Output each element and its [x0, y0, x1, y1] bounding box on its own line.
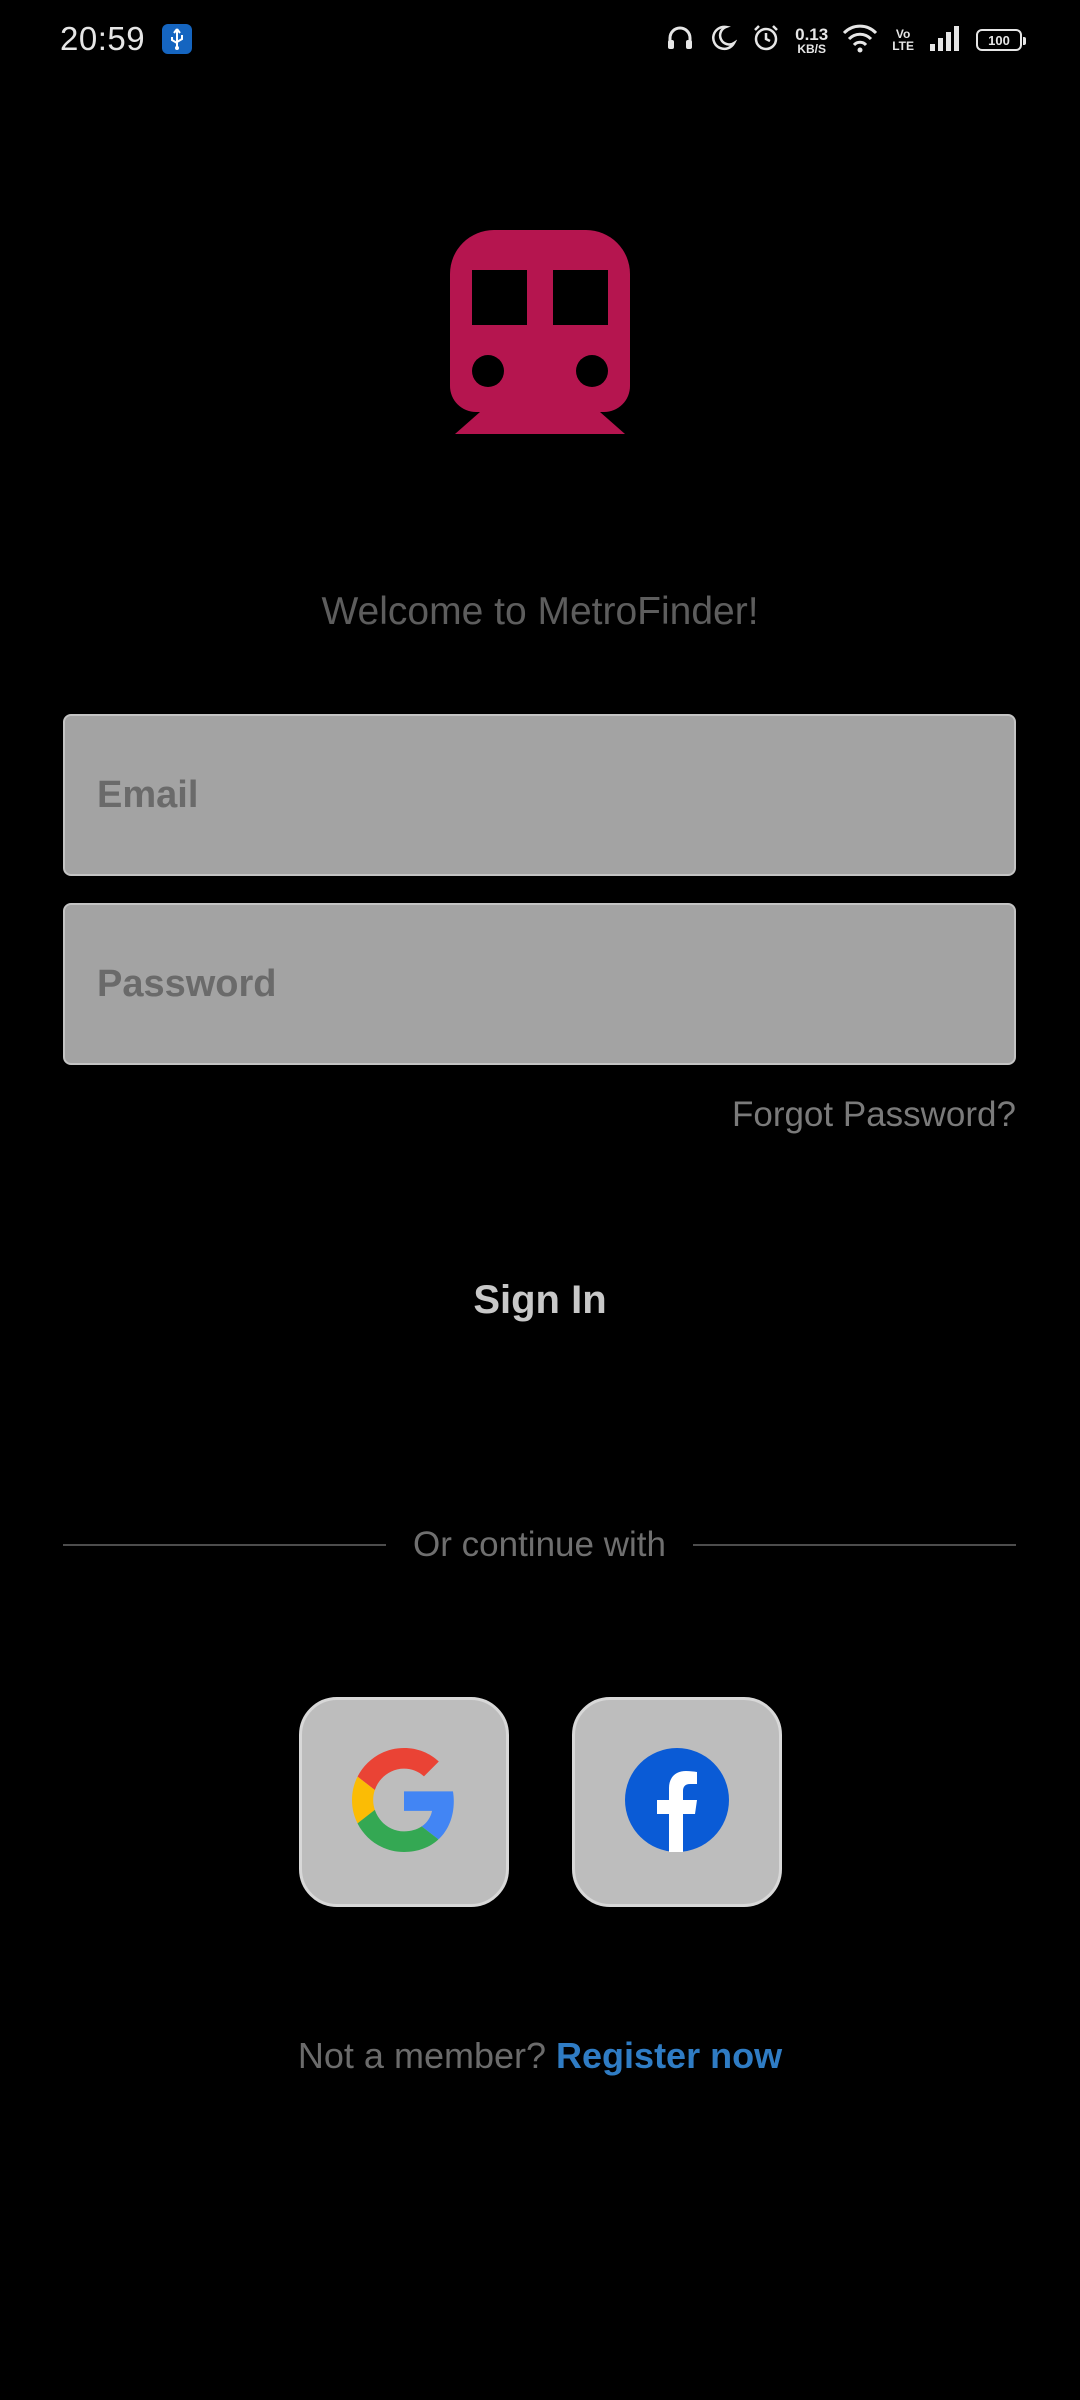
password-field[interactable] — [63, 903, 1016, 1065]
battery-level: 100 — [988, 32, 1010, 48]
divider-line-right — [692, 1544, 1016, 1546]
divider-text: Or continue with — [413, 1525, 666, 1564]
or-continue-divider: Or continue with — [63, 1520, 1016, 1570]
signal-icon — [928, 24, 962, 57]
register-now-link[interactable]: Register now — [556, 2035, 782, 2076]
network-speed-value: 0.13 — [795, 24, 829, 44]
sign-in-button[interactable]: Sign In — [390, 1260, 690, 1340]
password-input[interactable] — [95, 961, 1014, 1007]
volte-bottom: LTE — [892, 39, 914, 53]
email-input[interactable] — [95, 772, 1014, 818]
register-row: Not a member? Register now — [0, 2035, 1080, 2077]
moon-icon — [709, 24, 738, 57]
divider-line-left — [63, 1544, 387, 1546]
status-time: 20:59 — [60, 20, 146, 57]
metro-train-icon — [450, 228, 630, 438]
facebook-icon — [625, 1747, 729, 1857]
battery-icon: 100 — [976, 29, 1026, 51]
alarm-icon — [751, 23, 781, 58]
email-field[interactable] — [63, 714, 1016, 876]
headphones-icon — [665, 23, 695, 58]
usb-debug-icon — [162, 24, 192, 54]
wifi-icon — [842, 23, 878, 58]
register-prompt: Not a member? — [297, 2035, 547, 2076]
google-sign-in-button[interactable] — [299, 1697, 509, 1907]
google-icon — [352, 1747, 456, 1857]
volte-indicator: Vo LTE — [892, 28, 914, 52]
status-icons: 0.13 KB/S Vo LTE 100 — [665, 22, 1026, 58]
facebook-sign-in-button[interactable] — [572, 1697, 782, 1907]
forgot-password-link[interactable]: Forgot Password? — [732, 1095, 1016, 1135]
welcome-text: Welcome to MetroFinder! — [321, 590, 759, 633]
status-bar: 20:59 0.13 KB/S Vo LTE 100 — [0, 0, 1080, 80]
network-speed-unit: KB/S — [797, 41, 826, 56]
network-speed: 0.13 KB/S — [795, 26, 828, 55]
